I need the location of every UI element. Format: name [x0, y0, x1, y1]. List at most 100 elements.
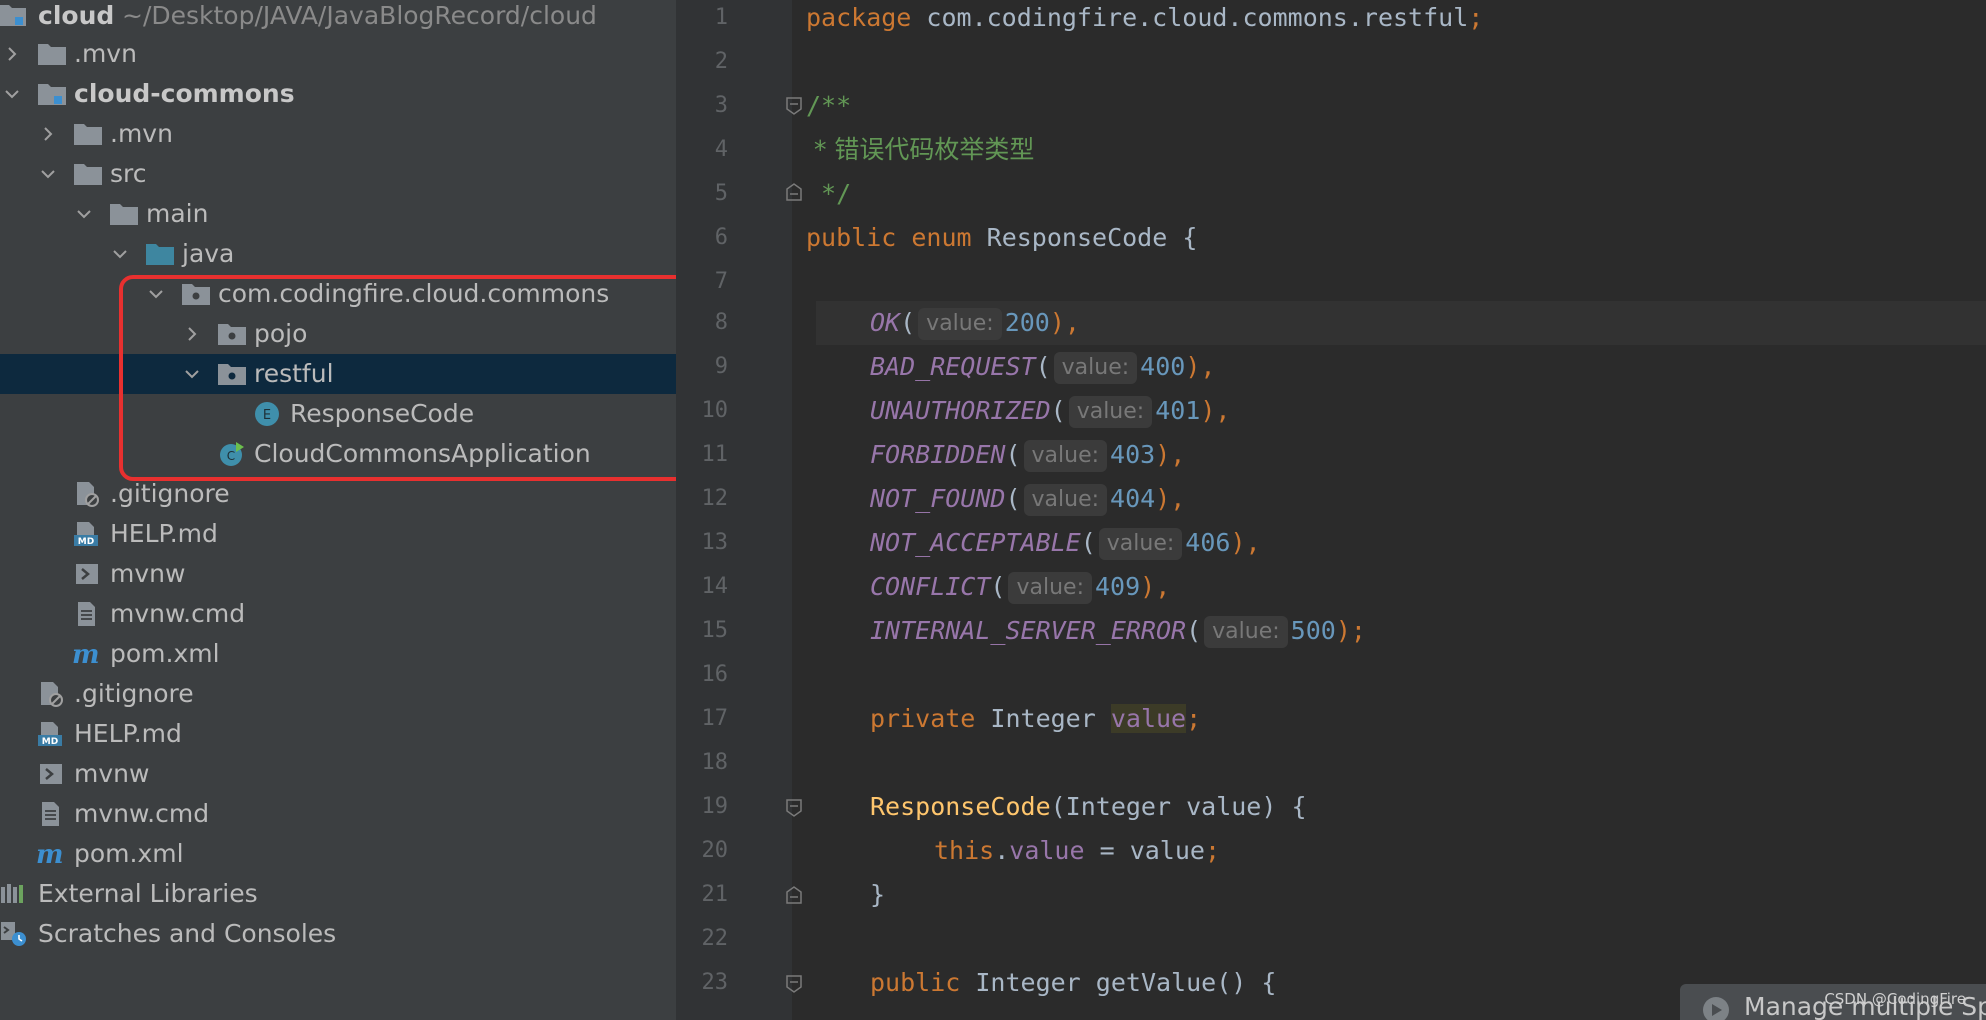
parameter-hint: value: [1023, 440, 1108, 472]
tree-item-label: restful [254, 359, 334, 388]
tree-item-mvn[interactable]: .mvn [0, 34, 676, 74]
fold-marker-icon[interactable] [786, 975, 802, 993]
enum-constant-line: NOT_ACCEPTABLE(value: 406), [870, 521, 1261, 565]
tree-item-label: HELP.md [110, 519, 218, 548]
tree-item-mvnw-cmd[interactable]: mvnw.cmd [0, 794, 676, 834]
tree-item-label: Scratches and Consoles [38, 919, 337, 948]
tree-item-gitignore[interactable]: .gitignore [0, 474, 676, 514]
tree-item-mvn[interactable]: .mvn [0, 114, 676, 154]
tree-item-label: CloudCommonsApplication [254, 439, 591, 468]
line-number: 22 [701, 926, 729, 951]
code-line-3: /** [806, 91, 852, 120]
line-number: 18 [701, 750, 729, 775]
fold-marker-icon[interactable] [786, 799, 802, 817]
tree-item-label: mvnw [110, 559, 186, 588]
tree-item-gitignore[interactable]: .gitignore [0, 674, 676, 714]
package-icon [182, 284, 210, 305]
chevron-down-icon[interactable] [184, 366, 200, 382]
tree-item-scratches[interactable]: Scratches and Consoles [0, 914, 676, 954]
line-number: 14 [701, 574, 729, 599]
enum-constant-line: OK(value: 200), [870, 301, 1080, 345]
line-number: 10 [701, 398, 729, 423]
tree-item-cloud-commons[interactable]: cloud-commons [0, 74, 676, 114]
chevron-down-icon[interactable] [148, 286, 164, 302]
tree-item-main[interactable]: main [0, 194, 676, 234]
code-editor[interactable]: 1 2 3 4 5 6 7 8 9 10 11 12 13 14 15 16 1… [676, 0, 1986, 1020]
line-number: 5 [714, 181, 728, 206]
folder-icon [74, 124, 102, 145]
tree-item-label: cloud-commons [74, 79, 295, 108]
module-folder-icon [0, 5, 26, 26]
tree-item-mvnw-cmd[interactable]: mvnw.cmd [0, 594, 676, 634]
tree-item-mvnw[interactable]: mvnw [0, 554, 676, 594]
markdown-file-icon: MD [38, 722, 62, 747]
tree-item-external-libraries[interactable]: External Libraries [0, 874, 676, 914]
line-number: 16 [701, 662, 729, 687]
fold-end-icon[interactable] [786, 183, 802, 201]
chevron-down-icon[interactable] [76, 206, 92, 222]
svg-text:C: C [227, 449, 235, 463]
tree-item-src[interactable]: src [0, 154, 676, 194]
tree-item-label: .gitignore [74, 679, 194, 708]
tree-item-help-md[interactable]: MD HELP.md [0, 514, 676, 554]
tree-item-java[interactable]: java [0, 234, 676, 274]
enum-constant-line: BAD_REQUEST(value: 400), [870, 345, 1215, 389]
chevron-right-icon[interactable] [184, 326, 200, 342]
line-number: 12 [701, 486, 729, 511]
watermark: CSDN @CodingFire [1824, 990, 1966, 1008]
parameter-hint: value: [1023, 484, 1108, 516]
enum-class-icon: E [255, 402, 279, 426]
svg-text:E: E [263, 408, 271, 423]
tree-root-path: ~/Desktop/JAVA/JavaBlogRecord/cloud [122, 1, 597, 30]
text-file-icon [78, 602, 95, 626]
tree-item-label: .mvn [74, 39, 137, 68]
tree-item-label: com.codingfire.cloud.commons [218, 279, 610, 308]
shell-script-icon [40, 764, 62, 784]
line-number: 6 [714, 225, 728, 250]
spring-boot-class-icon: C [220, 442, 244, 466]
tree-item-label: pom.xml [74, 839, 184, 868]
tree-item-mvnw[interactable]: mvnw [0, 754, 676, 794]
tree-item-package-restful[interactable]: restful [0, 354, 676, 394]
maven-icon: m [72, 641, 100, 667]
tree-item-package-commons[interactable]: com.codingfire.cloud.commons [0, 274, 676, 314]
folder-icon [74, 164, 102, 185]
tree-item-label: .mvn [110, 119, 173, 148]
source-folder-icon [146, 244, 174, 265]
parameter-hint: value: [1053, 352, 1138, 384]
chevron-down-icon[interactable] [112, 246, 128, 262]
tree-item-label: HELP.md [74, 719, 182, 748]
code-line-4: * 错误代码枚举类型 [806, 135, 1035, 164]
svg-text:m: m [36, 841, 64, 867]
code-line-19: ResponseCode(Integer value) { [870, 792, 1307, 821]
tree-item-pom-xml[interactable]: m pom.xml [0, 834, 676, 874]
chevron-down-icon[interactable] [4, 86, 20, 102]
tree-item-label: main [146, 199, 209, 228]
tree-item-pom-xml[interactable]: m pom.xml [0, 634, 676, 674]
tree-item-package-pojo[interactable]: pojo [0, 314, 676, 354]
line-number: 21 [701, 882, 729, 907]
line-number: 23 [701, 970, 729, 995]
tree-root-cloud[interactable]: cloud ~/Desktop/JAVA/JavaBlogRecord/clou… [0, 0, 676, 31]
parameter-hint: value: [1008, 572, 1092, 604]
fold-end-icon[interactable] [786, 886, 802, 904]
chevron-right-icon[interactable] [4, 46, 20, 62]
parameter-hint: value: [1068, 396, 1153, 428]
package-icon [218, 324, 246, 345]
fold-marker-icon[interactable] [786, 97, 802, 115]
folder-icon [110, 204, 138, 225]
line-number: 15 [701, 618, 729, 643]
maven-icon: m [36, 841, 64, 867]
play-icon [1703, 997, 1729, 1020]
tree-item-help-md[interactable]: MD HELP.md [0, 714, 676, 754]
tree-item-response-code[interactable]: E ResponseCode [0, 394, 676, 434]
enum-constant-line: NOT_FOUND(value: 404), [870, 477, 1185, 521]
line-number: 19 [701, 794, 729, 819]
parameter-hint: value: [918, 308, 1002, 340]
tree-item-label: .gitignore [110, 479, 230, 508]
chevron-right-icon[interactable] [40, 126, 56, 142]
chevron-down-icon[interactable] [40, 166, 56, 182]
parameter-hint: value: [1204, 616, 1288, 648]
tree-item-label: pom.xml [110, 639, 220, 668]
tree-item-cloud-commons-application[interactable]: C CloudCommonsApplication [0, 434, 676, 474]
